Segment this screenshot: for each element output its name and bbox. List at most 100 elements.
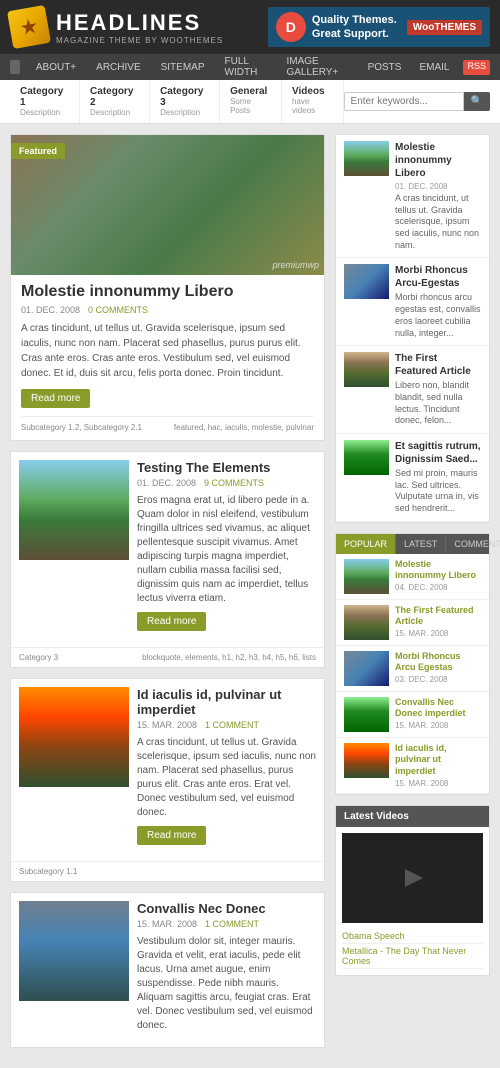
featured-read-more[interactable]: Read more <box>21 389 90 408</box>
video-item-1[interactable]: Obama Speech <box>342 929 483 944</box>
header: ★ HEADLINES MAGAZINE THEME BY WOOTHEMES … <box>0 0 500 54</box>
sidebar-item-3: The First Featured Article Libero non, b… <box>336 346 489 434</box>
sidebar-date-1: 01. DEC. 2008 <box>395 182 481 191</box>
sidebar-item-2: Morbi Rhoncus Arcu-Egestas Morbi rhoncus… <box>336 258 489 346</box>
ad-icon: D <box>276 12 306 42</box>
post-1-comments[interactable]: 9 COMMENTS <box>204 478 264 488</box>
popular-section: POPULAR LATEST COMMENTS TAGS Molestie in… <box>335 533 490 795</box>
post-3-comments[interactable]: 1 COMMENT <box>205 919 259 929</box>
post-2-title[interactable]: Id iaculis id, pulvinar ut imperdiet <box>137 687 316 717</box>
sidebar-thumb-4 <box>344 440 389 475</box>
post-2-cat: Subcategory 1.1 <box>19 867 77 876</box>
post-2-date: 15. MAR. 2008 <box>137 720 197 730</box>
sidebar-text-2: Morbi Rhoncus Arcu-Egestas Morbi rhoncus… <box>395 264 481 339</box>
pop-item-4: Convallis Nec Donec imperdiet 15. MAR. 2… <box>336 692 489 738</box>
pop-date-2: 15. MAR. 2008 <box>395 629 481 638</box>
pop-thumb-2 <box>344 605 389 640</box>
nav-email[interactable]: EMAIL <box>415 60 453 75</box>
cat-tab-2[interactable]: Category 2 Description <box>80 80 150 123</box>
nav-posts[interactable]: POSTS <box>364 60 406 75</box>
featured-footer: Subcategory 1.2, Subcategory 2.1 feature… <box>21 416 314 432</box>
post-1-cat: Category 3 <box>19 653 58 662</box>
pop-date-1: 04. DEC. 2008 <box>395 583 481 592</box>
video-thumbnail[interactable] <box>342 833 483 923</box>
latest-videos-header: Latest Videos <box>336 806 489 827</box>
pop-title-1[interactable]: Molestie innonummy Libero <box>395 559 481 582</box>
post-3-meta: 15. MAR. 2008 1 COMMENT <box>137 919 316 929</box>
nav-about[interactable]: ABOUT+ <box>32 60 80 75</box>
nav-sitemap[interactable]: SITEMAP <box>157 60 209 75</box>
sidebar-body-3: Libero non, blandit blandit, sed nulla l… <box>395 380 481 427</box>
post-1-read-more[interactable]: Read more <box>137 612 206 631</box>
pop-text-1: Molestie innonummy Libero 04. DEC. 2008 <box>395 559 481 594</box>
tab-latest[interactable]: LATEST <box>396 534 446 554</box>
post-3-date: 15. MAR. 2008 <box>137 919 197 929</box>
logo-main: HEADLINES <box>56 10 223 36</box>
cat-tab-general[interactable]: General Some Posts <box>220 80 282 123</box>
search-button[interactable]: 🔍 <box>464 92 490 111</box>
post-1-body: Eros magna erat ut, id libero pede in a.… <box>137 494 316 606</box>
pop-item-5: Id iaculis id, pulvinar ut imperdiet 15.… <box>336 738 489 794</box>
pop-item-2: The First Featured Article 15. MAR. 2008 <box>336 600 489 646</box>
pop-title-4[interactable]: Convallis Nec Donec imperdiet <box>395 697 481 720</box>
pop-title-2[interactable]: The First Featured Article <box>395 605 481 628</box>
logo-icon: ★ <box>7 5 51 49</box>
post-2-meta: 15. MAR. 2008 1 COMMENT <box>137 720 316 730</box>
pop-title-5[interactable]: Id iaculis id, pulvinar ut imperdiet <box>395 743 481 778</box>
sidebar-thumb-3 <box>344 352 389 387</box>
pop-title-3[interactable]: Morbi Rhoncus Arcu Egestas <box>395 651 481 674</box>
sidebar-title-3[interactable]: The First Featured Article <box>395 352 481 378</box>
post-2-footer: Subcategory 1.1 <box>11 861 324 881</box>
video-item-2[interactable]: Metallica - The Day That Never Comes <box>342 944 483 969</box>
pop-date-4: 15. MAR. 2008 <box>395 721 481 730</box>
pop-text-3: Morbi Rhoncus Arcu Egestas 03. DEC. 2008 <box>395 651 481 686</box>
nav-fullwidth[interactable]: FULL WIDTH <box>221 54 271 80</box>
nav-gallery[interactable]: IMAGE GALLERY+ <box>282 54 351 80</box>
pop-text-5: Id iaculis id, pulvinar ut imperdiet 15.… <box>395 743 481 788</box>
rss-icon[interactable]: RSS <box>463 60 490 75</box>
popular-tabs: POPULAR LATEST COMMENTS TAGS <box>336 534 489 554</box>
logo-area: ★ HEADLINES MAGAZINE THEME BY WOOTHEMES <box>10 8 223 46</box>
post-3-body: Vestibulum dolor sit, integer mauris. Gr… <box>137 935 316 1033</box>
post-2: Id iaculis id, pulvinar ut imperdiet 15.… <box>10 678 325 882</box>
featured-date: 01. DEC. 2008 <box>21 305 80 315</box>
featured-comments[interactable]: 0 COMMENTS <box>88 305 148 315</box>
post-1-info: Testing The Elements 01. DEC. 2008 9 COM… <box>137 460 316 639</box>
sidebar-item-4: Et sagittis rutrum, Dignissim Saed... Se… <box>336 434 489 522</box>
cat-tab-videos[interactable]: Videos have videos <box>282 80 344 123</box>
latest-videos: Latest Videos Obama Speech Metallica - T… <box>335 805 490 976</box>
sidebar-title-2[interactable]: Morbi Rhoncus Arcu-Egestas <box>395 264 481 290</box>
nav-bar: ABOUT+ ARCHIVE SITEMAP FULL WIDTH IMAGE … <box>0 54 500 80</box>
featured-tags: featured, hac, iaculis, molestie, pulvin… <box>174 423 314 432</box>
sidebar-thumb-2 <box>344 264 389 299</box>
home-icon[interactable] <box>10 60 20 74</box>
post-1-footer: Category 3 blockquote, elements, h1, h2,… <box>11 647 324 667</box>
post-2-read-more[interactable]: Read more <box>137 826 206 845</box>
cat-tab-3[interactable]: Category 3 Description <box>150 80 220 123</box>
featured-title: Molestie innonummy Libero <box>21 283 314 301</box>
nav-archive[interactable]: ARCHIVE <box>92 60 144 75</box>
featured-badge: Featured <box>11 143 65 159</box>
post-3-title[interactable]: Convallis Nec Donec <box>137 901 316 916</box>
search-input[interactable] <box>344 92 464 111</box>
pop-thumb-3 <box>344 651 389 686</box>
sidebar-thumb-1 <box>344 141 389 176</box>
post-2-comments[interactable]: 1 COMMENT <box>205 720 259 730</box>
sidebar-text-4: Et sagittis rutrum, Dignissim Saed... Se… <box>395 440 481 515</box>
ad-banner[interactable]: D Quality Themes. Great Support. WooTHEM… <box>268 7 490 47</box>
cat-tab-1[interactable]: Category 1 Description <box>10 80 80 123</box>
featured-image: Featured premiumwp <box>11 135 324 275</box>
sidebar-title-4[interactable]: Et sagittis rutrum, Dignissim Saed... <box>395 440 481 466</box>
post-2-body: A cras tincidunt, ut tellus ut. Gravida … <box>137 736 316 820</box>
post-1-title[interactable]: Testing The Elements <box>137 460 316 475</box>
post-2-inner: Id iaculis id, pulvinar ut imperdiet 15.… <box>11 679 324 861</box>
pop-text-4: Convallis Nec Donec imperdiet 15. MAR. 2… <box>395 697 481 732</box>
featured-subcats: Subcategory 1.2, Subcategory 2.1 <box>21 423 142 432</box>
sidebar-title-1[interactable]: Molestie innonummy Libero <box>395 141 481 180</box>
sidebar-body-2: Morbi rhoncus arcu egestas est, convalli… <box>395 292 481 339</box>
tab-popular[interactable]: POPULAR <box>336 534 396 554</box>
tab-comments[interactable]: COMMENTS <box>446 534 500 554</box>
ad-text: Quality Themes. Great Support. <box>312 13 397 42</box>
video-list: Obama Speech Metallica - The Day That Ne… <box>336 929 489 975</box>
sidebar-item-1: Molestie innonummy Libero 01. DEC. 2008 … <box>336 135 489 258</box>
